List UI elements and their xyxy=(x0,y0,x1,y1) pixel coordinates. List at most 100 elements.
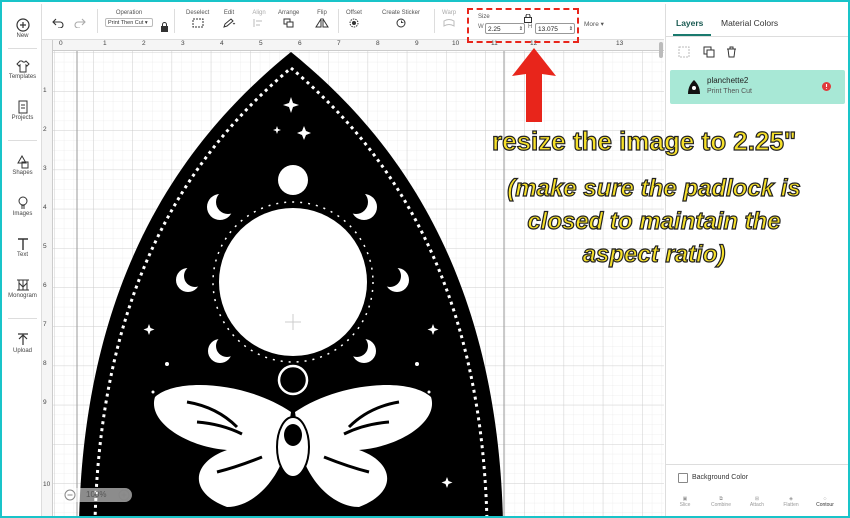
zoom-out-icon[interactable] xyxy=(64,489,76,501)
align-label: Align xyxy=(252,10,266,16)
warp-button[interactable]: Warp xyxy=(442,10,456,28)
bulb-icon xyxy=(18,196,27,209)
deselect-label: Deselect xyxy=(186,10,210,16)
sidebar-item-upload[interactable]: Upload xyxy=(4,333,41,354)
layer-item-planchette2[interactable]: planchette2 Print Then Cut xyxy=(670,70,845,104)
tab-material-colors[interactable]: Material Colors xyxy=(721,18,778,28)
sidebar-label: Text xyxy=(16,252,28,258)
duplicate-icon[interactable] xyxy=(703,46,715,58)
warning-icon[interactable] xyxy=(822,82,831,91)
ruler-tick: 9 xyxy=(415,40,419,47)
ruler-tick: 3 xyxy=(181,40,185,47)
ruler-tick: 7 xyxy=(43,321,47,328)
background-color-checkbox[interactable] xyxy=(678,473,688,483)
left-sidebar: New Templates Projects Shapes Images Tex… xyxy=(4,4,42,516)
design-canvas[interactable]: 0 1 2 3 4 5 6 7 8 9 10 11 12 13 1 2 3 4 … xyxy=(42,40,664,518)
flatten-button[interactable]: ◈ Flatten xyxy=(778,496,804,508)
attach-button[interactable]: ⊞ Attach xyxy=(744,496,770,508)
zoom-in-icon[interactable] xyxy=(118,489,130,501)
edit-icon xyxy=(223,18,236,28)
align-button[interactable]: Align xyxy=(252,10,266,28)
sidebar-item-projects[interactable]: Projects xyxy=(4,100,41,121)
sidebar-label: Monogram xyxy=(8,293,37,299)
ruler-tick: 0 xyxy=(59,40,63,47)
warp-label: Warp xyxy=(442,10,457,16)
ruler-tick: 13 xyxy=(616,40,624,47)
layer-name: planchette2 xyxy=(707,76,749,85)
shirt-icon xyxy=(15,60,30,73)
group-icon[interactable] xyxy=(678,46,690,58)
sidebar-item-text[interactable]: Text xyxy=(4,237,41,258)
ruler-tick: 4 xyxy=(220,40,224,47)
offset-button[interactable]: Offset xyxy=(346,10,362,28)
arrange-button[interactable]: Arrange xyxy=(278,10,299,28)
attach-label: Attach xyxy=(749,502,765,508)
upload-icon xyxy=(17,333,28,345)
create-sticker-label: Create Sticker xyxy=(382,10,421,16)
sidebar-item-monogram[interactable]: Monogram xyxy=(4,278,41,299)
contour-label: Contour xyxy=(816,502,834,508)
deselect-button[interactable]: Deselect xyxy=(186,10,209,28)
layer-actions: ▣ Slice ⧉ Combine ⊞ Attach ◈ Flatten ◌ Contou… xyxy=(666,492,848,516)
create-sticker-button[interactable]: Create Sticker xyxy=(382,10,420,28)
operation-value: Print Then Cut xyxy=(108,20,144,26)
ruler-tick: 8 xyxy=(376,40,380,47)
panel-divider xyxy=(666,464,848,465)
ruler-tick: 7 xyxy=(337,40,341,47)
background-color-label: Background Color xyxy=(692,474,749,481)
flip-button[interactable]: Flip xyxy=(315,10,329,28)
sidebar-divider xyxy=(8,48,37,49)
align-icon xyxy=(253,19,262,27)
toolbar-divider xyxy=(338,9,339,33)
shapes-icon xyxy=(16,155,28,169)
layer-thumbnail xyxy=(688,80,700,94)
ruler-tick: 1 xyxy=(103,40,107,47)
vertical-scrollbar[interactable] xyxy=(659,42,663,58)
sidebar-label: New xyxy=(16,33,29,39)
panel-divider xyxy=(666,36,848,37)
ruler-tick: 4 xyxy=(43,204,47,211)
ruler-tick: 2 xyxy=(43,126,47,133)
contour-button[interactable]: ◌ Contour xyxy=(812,496,838,508)
sidebar-divider xyxy=(8,140,37,141)
lock-icon[interactable] xyxy=(160,22,169,32)
app-window: New Templates Projects Shapes Images Tex… xyxy=(0,0,850,518)
sticker-icon xyxy=(396,18,406,28)
trash-icon[interactable] xyxy=(726,46,737,58)
ruler-tick: 6 xyxy=(43,282,47,289)
toolbar-divider xyxy=(174,9,175,33)
offset-icon xyxy=(349,18,359,28)
operation-select[interactable]: Print Then Cut ▾ xyxy=(105,18,153,27)
edit-button[interactable]: Edit xyxy=(222,10,236,28)
combine-button[interactable]: ⧉ Combine xyxy=(708,496,734,508)
operation-group: Operation Print Then Cut ▾ xyxy=(105,10,153,27)
undo-icon[interactable] xyxy=(52,18,64,28)
tab-layers[interactable]: Layers xyxy=(676,18,703,28)
flatten-label: Flatten xyxy=(783,502,799,508)
zoom-value: 100% xyxy=(86,490,107,499)
sidebar-label: Images xyxy=(12,211,33,217)
arrange-label: Arrange xyxy=(278,10,300,16)
redo-icon[interactable] xyxy=(74,18,86,28)
more-button[interactable]: More ▾ xyxy=(584,20,604,28)
document-icon xyxy=(18,100,27,114)
flip-label: Flip xyxy=(317,10,327,16)
sidebar-item-images[interactable]: Images xyxy=(4,196,41,217)
ruler-tick: 9 xyxy=(43,399,47,406)
sidebar-item-new[interactable]: New xyxy=(4,18,41,39)
red-arrow-icon xyxy=(512,48,556,122)
sidebar-label: Shapes xyxy=(12,170,33,176)
sidebar-item-shapes[interactable]: Shapes xyxy=(4,155,41,176)
sidebar-item-templates[interactable]: Templates xyxy=(4,60,41,80)
sidebar-label: Templates xyxy=(8,74,37,80)
zoom-control: 100% xyxy=(62,488,132,502)
text-icon xyxy=(17,238,28,250)
ruler-vertical: 1 2 3 4 5 6 7 8 9 10 xyxy=(42,40,53,516)
edit-label: Edit xyxy=(223,10,235,16)
ruler-tick: 1 xyxy=(43,87,47,94)
planchette-image[interactable] xyxy=(77,52,505,518)
ruler-tick: 5 xyxy=(43,243,47,250)
slice-button[interactable]: ▣ Slice xyxy=(672,496,698,508)
operation-label: Operation xyxy=(115,10,143,16)
ruler-tick: 10 xyxy=(452,40,460,47)
